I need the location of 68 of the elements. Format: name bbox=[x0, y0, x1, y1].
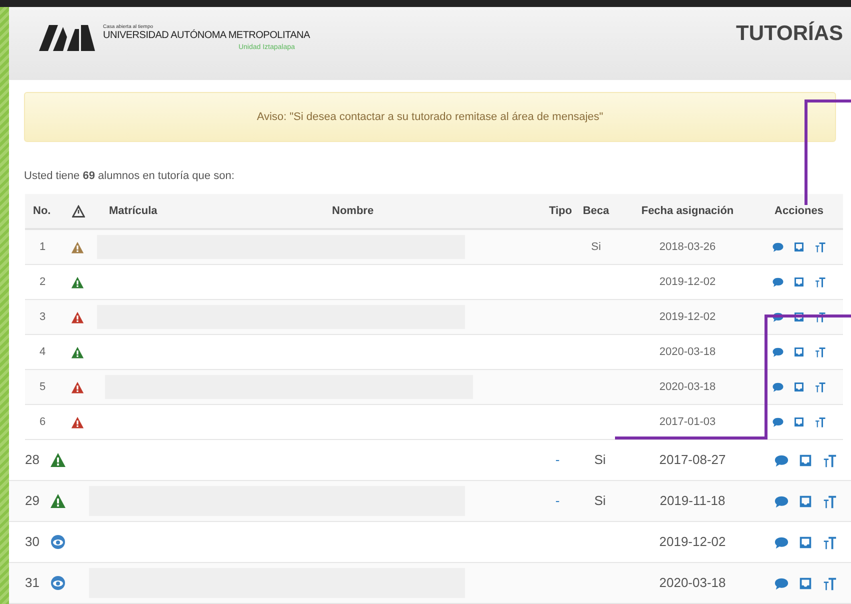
chat-bubble-icon[interactable] bbox=[774, 576, 789, 590]
inbox-icon[interactable] bbox=[798, 576, 813, 590]
row-number: 4 bbox=[39, 344, 46, 360]
column-header: Matrícula bbox=[108, 204, 158, 219]
column-header: No. bbox=[32, 204, 51, 219]
row-number: 2 bbox=[39, 274, 46, 290]
inbox-icon[interactable] bbox=[798, 452, 813, 468]
text-size-icon[interactable] bbox=[814, 381, 826, 393]
chat-bubble-icon[interactable] bbox=[772, 346, 784, 358]
chat-bubble-icon[interactable] bbox=[774, 534, 789, 550]
inbox-icon[interactable] bbox=[793, 381, 805, 393]
logo-name: UNIVERSIDAD AUTÓNOMA METROPOLITANA bbox=[103, 30, 310, 40]
row-number: 28 bbox=[24, 451, 40, 470]
chat-bubble-icon[interactable] bbox=[772, 311, 784, 323]
row-number: 3 bbox=[39, 310, 46, 325]
notice-banner: Aviso: "Si desea contactar a su tutorado remitase al área de mensajes" bbox=[24, 92, 836, 142]
date-cell-text: 2019-12-02 bbox=[659, 533, 726, 552]
text-size-icon[interactable] bbox=[814, 241, 826, 253]
row-number: 31 bbox=[24, 574, 40, 592]
column-header: Tipo bbox=[548, 204, 572, 219]
chat-bubble-icon[interactable] bbox=[774, 452, 789, 468]
chat-bubble-icon[interactable] bbox=[774, 494, 789, 508]
student-count-text: Usted tiene 69 alumnos en tutoría que son: bbox=[24, 170, 234, 182]
inbox-icon[interactable] bbox=[798, 534, 813, 550]
chat-bubble-icon[interactable] bbox=[772, 241, 784, 253]
type-cell-text: - bbox=[555, 492, 560, 510]
text-size-icon[interactable] bbox=[822, 576, 837, 590]
chat-bubble-icon[interactable] bbox=[772, 276, 784, 288]
page-title: TUTORÍAS bbox=[736, 20, 843, 47]
date-cell-text: 2019-12-02 bbox=[659, 310, 716, 325]
text-size-icon[interactable] bbox=[822, 534, 837, 550]
text-size-icon[interactable] bbox=[822, 452, 837, 468]
logo-icon bbox=[39, 24, 95, 50]
inbox-icon[interactable] bbox=[793, 276, 805, 288]
date-cell-text: 2018-03-26 bbox=[659, 240, 716, 255]
chat-bubble-icon[interactable] bbox=[772, 416, 784, 428]
date-cell-text: 2019-11-18 bbox=[660, 492, 726, 510]
date-cell-text: 2017-01-03 bbox=[659, 414, 716, 430]
scholarship-cell-text: Si bbox=[591, 240, 601, 255]
date-cell-text: 2017-08-27 bbox=[659, 451, 726, 470]
inbox-icon[interactable] bbox=[793, 311, 805, 323]
date-cell-text: 2020-03-18 bbox=[659, 344, 716, 360]
text-size-icon[interactable] bbox=[814, 346, 826, 358]
inbox-icon[interactable] bbox=[793, 416, 805, 428]
column-header: Fecha asignación bbox=[641, 204, 734, 219]
chat-bubble-icon[interactable] bbox=[772, 381, 784, 393]
inbox-icon[interactable] bbox=[793, 241, 805, 253]
warning-icon bbox=[72, 204, 85, 218]
text-size-icon[interactable] bbox=[814, 416, 826, 428]
date-cell-text: 2020-03-18 bbox=[659, 574, 726, 592]
date-cell-text: 2019-12-02 bbox=[659, 274, 716, 290]
row-number: 29 bbox=[24, 492, 40, 510]
text-size-icon[interactable] bbox=[814, 311, 826, 323]
scholarship-cell-text: Si bbox=[594, 492, 606, 510]
text-size-icon[interactable] bbox=[822, 494, 837, 508]
inbox-icon[interactable] bbox=[798, 494, 813, 508]
row-number: 5 bbox=[39, 380, 46, 395]
date-cell-text: 2020-03-18 bbox=[659, 380, 716, 395]
inbox-icon[interactable] bbox=[793, 346, 805, 358]
text-size-icon[interactable] bbox=[814, 276, 826, 288]
row-number: 1 bbox=[39, 240, 46, 255]
scholarship-cell-text: Si bbox=[594, 451, 606, 470]
type-cell-text: - bbox=[555, 451, 560, 470]
row-number: 30 bbox=[24, 533, 40, 552]
column-header: Nombre bbox=[331, 204, 374, 219]
row-number: 6 bbox=[39, 414, 46, 430]
column-header: Beca bbox=[582, 204, 610, 219]
column-header: Acciones bbox=[774, 204, 824, 219]
